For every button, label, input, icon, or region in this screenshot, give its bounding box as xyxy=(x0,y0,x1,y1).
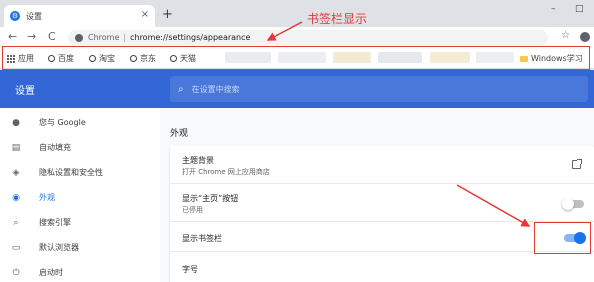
sidebar-item-label: 您与 Google xyxy=(39,118,86,127)
sidebar-item-label: 默认浏览器 xyxy=(39,243,79,252)
sidebar-item-label: 外观 xyxy=(39,193,55,202)
external-link-icon[interactable] xyxy=(572,159,582,169)
home-button-toggle[interactable] xyxy=(562,198,584,210)
url-text: chrome://settings/appearance xyxy=(130,33,251,42)
row-show-bookmarks-bar[interactable]: 显示书签栏 xyxy=(170,222,594,252)
browser-window: ⚙ 设置 × + – □ ← → C Chrome | chrome://set… xyxy=(0,0,594,282)
row-subtitle: 打开 Chrome 网上应用商店 xyxy=(182,168,270,176)
tab-title: 设置 xyxy=(26,11,42,21)
settings-sidebar: ● 您与 Google ▤ 自动填充 ◈ 隐私设置和安全性 ◉ 外观 ⌕ 搜索引… xyxy=(0,108,160,282)
palette-icon: ◉ xyxy=(12,192,20,203)
annotation-label: 书签栏显示 xyxy=(307,12,368,26)
settings-search[interactable]: ⌕ xyxy=(170,76,588,102)
minimize-button[interactable]: – xyxy=(551,4,556,14)
toggle-highlight xyxy=(534,222,591,254)
row-theme[interactable]: 主题背景 打开 Chrome 网上应用商店 xyxy=(170,146,594,184)
sidebar-item-appearance[interactable]: ◉ 外观 xyxy=(10,192,55,203)
power-icon: ⏻ xyxy=(12,267,20,278)
reload-button[interactable]: C xyxy=(48,30,56,43)
settings-main: 外观 主题背景 打开 Chrome 网上应用商店 显示“主页”按钮 已停用 显示… xyxy=(160,108,594,282)
row-title: 主题背景 xyxy=(182,156,214,165)
site-info-icon[interactable] xyxy=(75,33,83,42)
profile-avatar[interactable] xyxy=(580,32,590,42)
bookmark-star-icon[interactable]: ☆ xyxy=(561,30,570,41)
sidebar-item-on-startup[interactable]: ⏻ 启动时 xyxy=(10,267,63,278)
url-separator: | xyxy=(123,33,127,42)
browser-icon: ▭ xyxy=(11,242,21,253)
back-button[interactable]: ← xyxy=(8,30,17,43)
page-title: 设置 xyxy=(15,86,35,97)
sidebar-item-autofill[interactable]: ▤ 自动填充 xyxy=(10,142,71,153)
clipboard-icon: ▤ xyxy=(11,142,21,153)
sidebar-item-you-and-google[interactable]: ● 您与 Google xyxy=(10,117,86,128)
url-scheme: Chrome xyxy=(88,33,120,42)
sidebar-item-label: 启动时 xyxy=(39,268,63,277)
gear-icon: ⚙ xyxy=(10,11,20,21)
close-icon[interactable]: × xyxy=(141,9,149,20)
appearance-card: 主题背景 打开 Chrome 网上应用商店 显示“主页”按钮 已停用 显示书签栏… xyxy=(170,146,594,282)
toggle-knob xyxy=(562,198,574,210)
row-subtitle: 已停用 xyxy=(182,206,203,214)
sidebar-item-label: 搜索引擎 xyxy=(39,218,71,227)
row-font-size[interactable]: 字号 xyxy=(170,252,594,282)
sidebar-item-search-engine[interactable]: ⌕ 搜索引擎 xyxy=(10,217,71,228)
search-icon: ⌕ xyxy=(178,83,184,95)
address-bar[interactable]: Chrome | chrome://settings/appearance xyxy=(68,30,548,45)
sidebar-item-privacy[interactable]: ◈ 隐私设置和安全性 xyxy=(10,167,103,178)
row-title: 显示“主页”按钮 xyxy=(182,194,239,203)
search-icon: ⌕ xyxy=(13,217,19,228)
sidebar-item-label: 自动填充 xyxy=(39,143,71,152)
person-icon: ● xyxy=(12,117,20,128)
shield-icon: ◈ xyxy=(12,167,20,178)
sidebar-item-label: 隐私设置和安全性 xyxy=(39,168,103,177)
row-title: 字号 xyxy=(182,265,198,274)
row-home-button[interactable]: 显示“主页”按钮 已停用 xyxy=(170,184,594,222)
new-tab-button[interactable]: + xyxy=(162,7,173,22)
bookmarks-bar-highlight xyxy=(2,46,590,70)
maximize-button[interactable]: □ xyxy=(575,4,584,14)
settings-header: 设置 ⌕ xyxy=(0,70,594,108)
tab-strip: ⚙ 设置 × + – □ xyxy=(0,0,594,27)
sidebar-item-default-browser[interactable]: ▭ 默认浏览器 xyxy=(10,242,79,253)
tab-settings[interactable]: ⚙ 设置 × xyxy=(4,5,155,27)
toolbar: ← → C Chrome | chrome://settings/appeara… xyxy=(0,27,594,47)
section-title: 外观 xyxy=(170,129,189,139)
forward-button[interactable]: → xyxy=(27,30,36,43)
row-title: 显示书签栏 xyxy=(182,234,222,243)
search-input[interactable] xyxy=(191,84,492,94)
